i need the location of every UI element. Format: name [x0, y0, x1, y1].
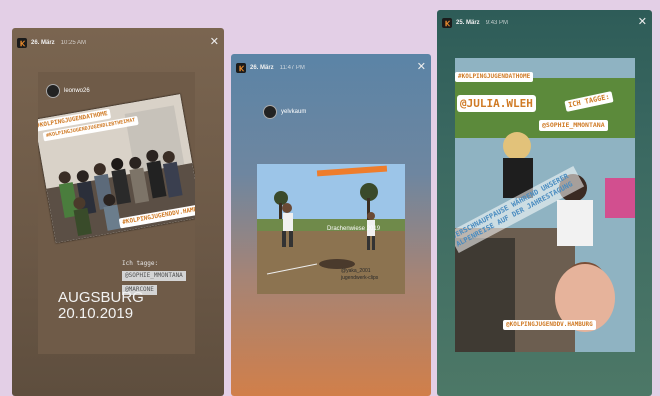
story-header: 25. März 9:43 PM ✕ — [437, 13, 652, 33]
story-header: 26. März 10:25 AM ✕ — [12, 33, 224, 53]
avatar — [46, 84, 60, 98]
photo-caption: jugendwerk-clips — [341, 275, 379, 281]
story-time: 11:47 PM — [279, 65, 305, 71]
story-content: leonwo26 #KOLPINGJUGENDATHOME #KOLPINGJU… — [38, 72, 195, 354]
story-date: 25. März — [456, 20, 480, 26]
kolping-logo-icon — [442, 18, 452, 28]
username: leonwo26 — [64, 88, 90, 94]
hashtag-sticker: @KOLPINGJUGENDDV.HAMBURG — [503, 320, 596, 330]
story-date: 26. März — [250, 65, 274, 71]
story-content: yelvkaum Drachenwiese 2019 @yaka_2001 ju… — [257, 98, 405, 348]
group-photo: #KOLPINGJUGENDATHOME #KOLPINGJUGENDJUGEN… — [38, 94, 195, 243]
event-place: AUGSBURG — [58, 289, 144, 306]
close-icon[interactable]: ✕ — [638, 17, 647, 28]
story-time: 10:25 AM — [60, 40, 87, 46]
avatar — [263, 105, 277, 119]
mention-sticker: @JULIA.WLEH — [457, 95, 536, 112]
photo-caption: @yaka_2001 — [341, 268, 371, 274]
event-date: 20.10.2019 — [58, 305, 134, 322]
hashtag-sticker: #KOLPINGJUGENDATHOME — [455, 72, 534, 82]
kolping-logo-icon — [17, 38, 27, 48]
tag-label: Ich tagge: — [122, 260, 159, 267]
story-header: 26. März 11:47 PM ✕ — [231, 58, 431, 78]
story-content: #KOLPINGJUGENDATHOME @JULIA.WLEH ICH TAG… — [455, 58, 635, 352]
story-card-3[interactable]: 25. März 9:43 PM ✕ #KOLPINGJUGENDATHOME … — [437, 10, 652, 396]
story-card-2[interactable]: 26. März 11:47 PM ✕ yelvkaum Drachenwies… — [231, 54, 431, 396]
kolping-logo-icon — [236, 63, 246, 73]
story-time: 9:43 PM — [485, 20, 509, 26]
tagged-user: @SOPHIE_MMONTANA — [122, 271, 186, 281]
story-date: 26. März — [31, 40, 55, 46]
user-row: yelvkaum — [263, 105, 306, 119]
mention-sticker: @SOPHIE_MMONTANA — [539, 120, 608, 131]
user-row: leonwo26 — [46, 84, 90, 98]
field-photo: Drachenwiese 2019 @yaka_2001 jugendwerk-… — [257, 164, 405, 294]
photo-text: Drachenwiese 2019 — [327, 226, 381, 232]
close-icon[interactable]: ✕ — [417, 62, 426, 73]
story-card-1[interactable]: 26. März 10:25 AM ✕ leonwo26 #KOLPINGJUG… — [12, 28, 224, 396]
username: yelvkaum — [281, 109, 307, 115]
close-icon[interactable]: ✕ — [210, 37, 219, 48]
